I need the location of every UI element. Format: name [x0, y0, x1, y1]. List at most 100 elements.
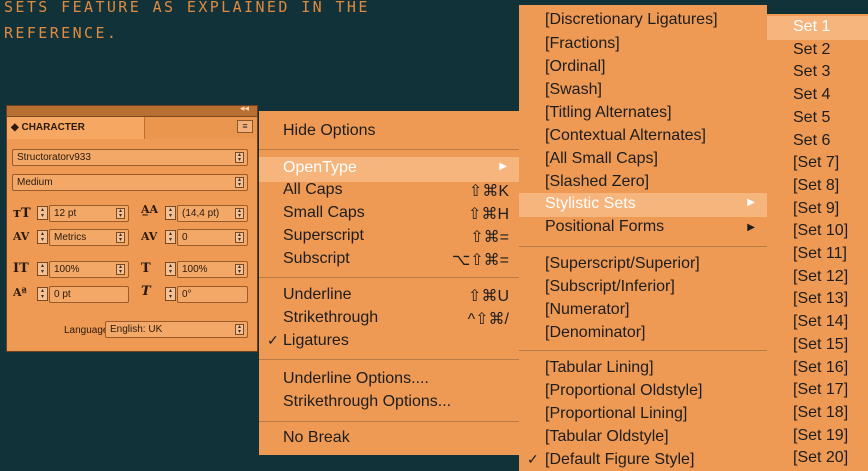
dropdown-arrows-icon: ▴ ▾	[235, 324, 244, 335]
menu-item-subscript[interactable]: Subscript ⌥⇧⌘=	[259, 250, 519, 269]
leading-spinner[interactable]: ▴ ▾	[165, 206, 176, 220]
menu-item-tabular-lining[interactable]: [Tabular Lining]	[519, 359, 767, 377]
vertical-scale-value: 100%	[54, 264, 80, 275]
menu-item-subscript-inferior[interactable]: [Subscript/Inferior]	[519, 278, 767, 296]
menu-item-stylistic-set[interactable]: [Set 10]	[767, 220, 868, 244]
menu-item-contextual-alternates[interactable]: [Contextual Alternates]	[519, 127, 767, 145]
baseline-shift-field[interactable]: 0 pt	[49, 286, 129, 303]
menu-item-stylistic-set[interactable]: [Set 14]	[767, 311, 868, 335]
menu-item-stylistic-set[interactable]: Set 1	[767, 16, 868, 40]
leading-value: (14,4 pt)	[182, 208, 220, 219]
menu-item-strikethrough-options[interactable]: Strikethrough Options...	[259, 393, 519, 411]
menu-item-titling-alternates[interactable]: [Titling Alternates]	[519, 104, 767, 122]
menu-item-stylistic-set[interactable]: [Set 17]	[767, 379, 868, 403]
horizontal-scale-field[interactable]: 100% ▴ ▾	[177, 261, 248, 278]
menu-item-stylistic-set[interactable]: Set 4	[767, 84, 868, 108]
menu-item-label: [Set 20]	[793, 449, 849, 467]
menu-item-underline[interactable]: Underline ⇧⌘U	[259, 286, 519, 305]
leading-field[interactable]: (14,4 pt) ▴ ▾	[177, 205, 248, 222]
menu-item-stylistic-set[interactable]: Set 2	[767, 39, 868, 63]
font-size-field[interactable]: 12 pt ▴ ▾	[49, 205, 129, 222]
menu-item-stylistic-set[interactable]: [Set 7]	[767, 152, 868, 176]
leading-icon: A̲A	[141, 203, 159, 216]
menu-item-denominator[interactable]: [Denominator]	[519, 324, 767, 342]
menu-item-label: [Set 16]	[793, 358, 849, 376]
menu-item-stylistic-set[interactable]: [Set 18]	[767, 402, 868, 426]
tracking-spinner[interactable]: ▴ ▾	[165, 230, 176, 244]
font-family-select[interactable]: Structoratorv933 ▴ ▾	[12, 149, 248, 166]
panel-title-bar[interactable]: ◂◂	[7, 103, 257, 117]
menu-item-all-small-caps[interactable]: [All Small Caps]	[519, 150, 767, 168]
menu-item-superscript-superior[interactable]: [Superscript/Superior]	[519, 255, 767, 273]
menu-item-stylistic-set[interactable]: Set 5	[767, 107, 868, 131]
skew-spinner[interactable]: ▴ ▾	[165, 287, 176, 301]
menu-item-stylistic-set[interactable]: [Set 13]	[767, 288, 868, 312]
menu-item-stylistic-set[interactable]: [Set 15]	[767, 334, 868, 358]
menu-item-label: Superscript	[283, 227, 364, 244]
menu-item-shortcut: ⇧⌘=	[470, 229, 509, 246]
kerning-value: Metrics	[54, 232, 87, 243]
menu-separator	[519, 350, 767, 351]
dropdown-arrows-icon: ▴ ▾	[235, 232, 244, 243]
menu-item-default-figure-style[interactable]: ✓ [Default Figure Style]	[519, 451, 767, 469]
menu-item-no-break[interactable]: No Break	[259, 429, 519, 447]
kerning-spinner[interactable]: ▴ ▾	[37, 230, 48, 244]
menu-item-underline-options[interactable]: Underline Options....	[259, 370, 519, 388]
menu-item-stylistic-set[interactable]: [Set 20]	[767, 447, 868, 471]
menu-item-stylistic-sets[interactable]: Stylistic Sets ▶	[519, 193, 767, 217]
menu-item-superscript[interactable]: Superscript ⇧⌘=	[259, 227, 519, 246]
menu-item-label: [Tabular Lining]	[545, 359, 654, 376]
vertical-scale-field[interactable]: 100% ▴ ▾	[49, 261, 129, 278]
kerning-field[interactable]: Metrics ▴ ▾	[49, 229, 129, 246]
menu-item-swash[interactable]: [Swash]	[519, 81, 767, 99]
menu-item-discretionary-ligatures[interactable]: [Discretionary Ligatures]	[519, 11, 767, 29]
menu-item-ligatures[interactable]: ✓ Ligatures	[259, 332, 519, 350]
font-family-value: Structoratorv933	[17, 152, 91, 163]
tracking-icon: AV	[141, 230, 158, 243]
collapse-icon[interactable]: ◂◂	[240, 103, 249, 114]
menu-item-label: [Fractions]	[545, 35, 620, 52]
menu-item-label: Set 5	[793, 108, 831, 126]
menu-item-hide-options[interactable]: Hide Options	[259, 122, 519, 140]
menu-item-positional-forms[interactable]: Positional Forms ▶	[519, 218, 767, 236]
menu-item-stylistic-set[interactable]: Set 3	[767, 61, 868, 85]
menu-item-all-caps[interactable]: All Caps ⇧⌘K	[259, 181, 519, 200]
menu-item-small-caps[interactable]: Small Caps ⇧⌘H	[259, 204, 519, 223]
menu-item-label: [Swash]	[545, 81, 602, 98]
dropdown-arrows-icon: ▴ ▾	[116, 208, 125, 219]
menu-item-stylistic-set[interactable]: Set 6	[767, 130, 868, 154]
font-size-spinner[interactable]: ▴ ▾	[37, 206, 48, 220]
menu-item-proportional-oldstyle[interactable]: [Proportional Oldstyle]	[519, 382, 767, 400]
menu-item-label: [Subscript/Inferior]	[545, 278, 675, 295]
vertical-scale-spinner[interactable]: ▴ ▾	[37, 262, 48, 276]
menu-item-label: [Set 18]	[793, 403, 849, 421]
menu-item-stylistic-set[interactable]: [Set 12]	[767, 266, 868, 290]
panel-menu-icon[interactable]: ≡	[237, 120, 253, 133]
language-select[interactable]: English: UK ▴ ▾	[105, 321, 248, 338]
opentype-submenu: [Discretionary Ligatures] [Fractions] [O…	[519, 5, 767, 471]
menu-item-stylistic-set[interactable]: [Set 11]	[767, 243, 868, 267]
menu-item-label: [Discretionary Ligatures]	[545, 11, 718, 28]
menu-item-proportional-lining[interactable]: [Proportional Lining]	[519, 405, 767, 423]
menu-item-stylistic-set[interactable]: [Set 19]	[767, 425, 868, 449]
tracking-field[interactable]: 0 ▴ ▾	[177, 229, 248, 246]
menu-item-slashed-zero[interactable]: [Slashed Zero]	[519, 173, 767, 191]
menu-item-ordinal[interactable]: [Ordinal]	[519, 58, 767, 76]
menu-item-fractions[interactable]: [Fractions]	[519, 35, 767, 53]
menu-item-tabular-oldstyle[interactable]: [Tabular Oldstyle]	[519, 428, 767, 446]
skew-field[interactable]: 0°	[177, 286, 248, 303]
font-style-select[interactable]: Medium ▴ ▾	[12, 174, 248, 191]
tab-character[interactable]: ◆ CHARACTER	[7, 117, 145, 139]
baseline-shift-spinner[interactable]: ▴ ▾	[37, 287, 48, 301]
menu-item-strikethrough[interactable]: Strikethrough ^⇧⌘/	[259, 309, 519, 328]
menu-item-stylistic-set[interactable]: [Set 16]	[767, 357, 868, 381]
menu-item-stylistic-set[interactable]: [Set 9]	[767, 198, 868, 222]
horizontal-scale-spinner[interactable]: ▴ ▾	[165, 262, 176, 276]
menu-item-opentype[interactable]: OpenType ▶	[259, 157, 519, 182]
menu-item-label: [Proportional Lining]	[545, 405, 688, 422]
menu-separator	[259, 359, 519, 360]
menu-item-stylistic-set[interactable]: [Set 8]	[767, 175, 868, 199]
dropdown-arrows-icon: ▴ ▾	[235, 208, 244, 219]
menu-item-numerator[interactable]: [Numerator]	[519, 301, 767, 319]
caption-line-2: REFERENCE.	[4, 24, 119, 42]
